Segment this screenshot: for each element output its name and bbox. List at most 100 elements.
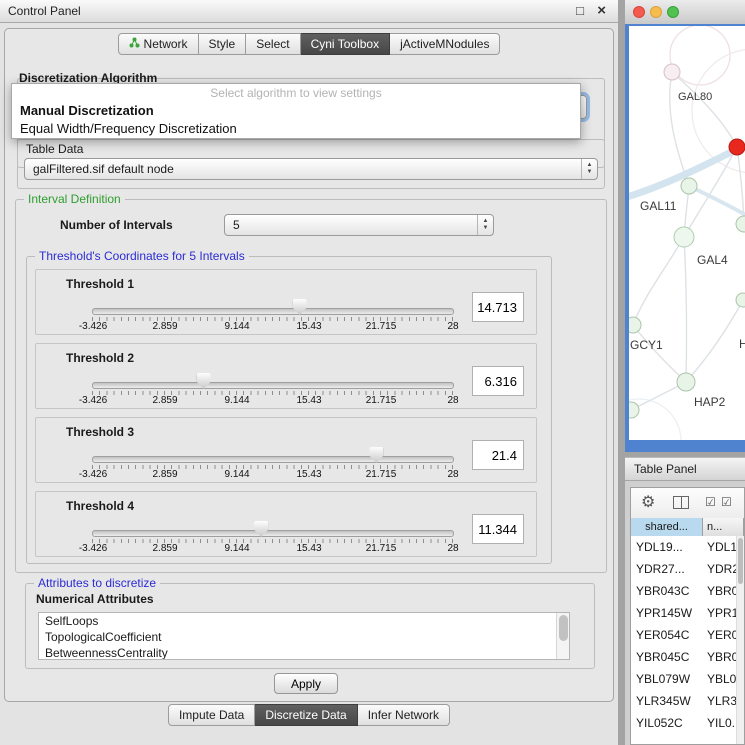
selected-node[interactable] — [729, 139, 745, 155]
stepper-icon: ▲▼ — [581, 159, 597, 179]
node[interactable] — [674, 227, 694, 247]
float-window-icon[interactable]: □ — [576, 0, 584, 22]
zoom-traffic-light[interactable] — [667, 6, 679, 18]
cell[interactable]: YDR27... — [631, 558, 703, 580]
close-traffic-light[interactable] — [633, 6, 645, 18]
threshold-3-slider-track[interactable] — [92, 456, 454, 463]
tab-infer-network[interactable]: Infer Network — [358, 704, 450, 726]
threshold-2-panel: Threshold 2 -3.426 2.859 9.144 15.43 21.… — [35, 343, 537, 409]
cell[interactable]: YBR045C — [631, 646, 703, 668]
tab-impute-data[interactable]: Impute Data — [168, 704, 255, 726]
list-scrollbar[interactable] — [556, 613, 569, 659]
node-label: HAP2 — [694, 395, 726, 409]
threshold-3-value-field[interactable] — [472, 440, 524, 470]
cell[interactable]: YER054C — [631, 624, 703, 646]
slider-tick-marks — [92, 465, 453, 469]
threshold-1-value-field[interactable] — [472, 292, 524, 322]
node-label: H — [739, 337, 745, 351]
table-data-group: Table Data galFiltered.sif default node … — [17, 139, 605, 189]
apply-button[interactable]: Apply — [274, 673, 338, 694]
stepper-icon: ▲▼ — [477, 215, 493, 235]
threshold-2-value-field[interactable] — [472, 366, 524, 396]
checkbox-icon[interactable]: ☑ — [721, 495, 732, 509]
scrollbar-thumb[interactable] — [738, 538, 743, 584]
table-data-select-value: galFiltered.sif default node — [25, 159, 581, 179]
tab-discretize-data[interactable]: Discretize Data — [255, 704, 357, 726]
columns-icon[interactable] — [673, 496, 689, 509]
network-icon — [129, 37, 140, 51]
table-row[interactable]: YIL052C YIL0... — [631, 712, 744, 734]
number-of-intervals-select[interactable]: 5 ▲▼ — [224, 214, 494, 236]
number-of-intervals-value: 5 — [225, 215, 477, 235]
table-data-select[interactable]: galFiltered.sif default node ▲▼ — [24, 158, 598, 180]
dropdown-option-equal-width[interactable]: Equal Width/Frequency Discretization — [12, 120, 580, 138]
table-window: ⚙ ☑ ☑ shared... n... YDL19... YDL1... YD… — [630, 487, 745, 745]
cell[interactable]: YBR043C — [631, 580, 703, 602]
scale-label: 15.43 — [296, 395, 321, 406]
column-header-name[interactable]: n... — [703, 518, 744, 536]
scale-label: -3.426 — [79, 321, 107, 332]
table-row[interactable]: YDR27... YDR2... — [631, 558, 744, 580]
threshold-2-slider-track[interactable] — [92, 382, 454, 389]
tab-label: Discretize Data — [265, 708, 346, 722]
table-row[interactable]: YER054C YER0... — [631, 624, 744, 646]
node[interactable] — [629, 402, 639, 418]
cell[interactable]: YLR345W — [631, 690, 703, 712]
node[interactable] — [736, 293, 745, 307]
threshold-1-panel: Threshold 1 -3.426 2.859 9.144 15.43 21.… — [35, 269, 537, 335]
table-row[interactable]: YBR045C YBR0... — [631, 646, 744, 668]
column-header-shared-name[interactable]: shared... — [631, 518, 703, 536]
node[interactable] — [681, 178, 697, 194]
table-row[interactable]: YBR043C YBR0... — [631, 580, 744, 602]
scale-label: 28 — [447, 543, 458, 554]
tab-style[interactable]: Style — [199, 33, 247, 55]
node[interactable] — [664, 64, 680, 80]
window-title: Control Panel — [8, 0, 81, 22]
tab-jactivemnodules[interactable]: jActiveMNodules — [390, 33, 500, 55]
scale-label: -3.426 — [79, 469, 107, 480]
dropdown-placeholder-option[interactable]: Select algorithm to view settings — [12, 84, 580, 102]
threshold-4-slider-track[interactable] — [92, 530, 454, 537]
scale-label: 21.715 — [366, 469, 397, 480]
node-label: GCY1 — [630, 338, 663, 352]
table-row[interactable]: YBL079W YBL0... — [631, 668, 744, 690]
list-item[interactable]: SelfLoops — [39, 613, 569, 629]
list-item[interactable]: TopologicalCoefficient — [39, 629, 569, 645]
tab-cyni-toolbox[interactable]: Cyni Toolbox — [301, 33, 390, 55]
tab-label: Network — [144, 37, 188, 51]
minimize-traffic-light[interactable] — [650, 6, 662, 18]
tab-label: jActiveMNodules — [400, 37, 489, 51]
gear-icon[interactable]: ⚙ — [641, 492, 655, 512]
tab-network[interactable]: Network — [118, 33, 199, 55]
cell[interactable]: YPR145W — [631, 602, 703, 624]
node[interactable] — [629, 317, 641, 333]
table-row[interactable]: YLR345W YLR3... — [631, 690, 744, 712]
slider-tick-marks — [92, 539, 453, 543]
list-item[interactable]: BetweennessCentrality — [39, 645, 569, 660]
scale-label: 21.715 — [366, 321, 397, 332]
table-data-label: Table Data — [26, 142, 83, 156]
table-row[interactable]: YDL19... YDL1... — [631, 536, 744, 558]
tab-select[interactable]: Select — [246, 33, 300, 55]
threshold-4-value-field[interactable] — [472, 514, 524, 544]
scrollbar-thumb[interactable] — [559, 615, 568, 641]
attributes-group-title: Attributes to discretize — [34, 576, 160, 590]
network-canvas[interactable]: GAL80 GAL11 GAL4 GCY1 HAP2 H — [629, 26, 745, 440]
node[interactable] — [736, 216, 745, 232]
cell[interactable]: YDL19... — [631, 536, 703, 558]
threshold-4-panel: Threshold 4 -3.426 2.859 9.144 15.43 21.… — [35, 491, 537, 557]
checkbox-icon[interactable]: ☑ — [705, 495, 716, 509]
scale-label: 28 — [447, 469, 458, 480]
scale-label: 2.859 — [152, 469, 177, 480]
scale-label: 15.43 — [296, 321, 321, 332]
node[interactable] — [677, 373, 695, 391]
table-row[interactable]: YPR145W YPR1... — [631, 602, 744, 624]
scale-label: 15.43 — [296, 469, 321, 480]
cell[interactable]: YBL079W — [631, 668, 703, 690]
dropdown-option-manual[interactable]: Manual Discretization — [12, 102, 580, 120]
table-scrollbar[interactable] — [736, 536, 744, 744]
threshold-1-slider-track[interactable] — [92, 308, 454, 315]
cell[interactable]: YIL052C — [631, 712, 703, 734]
node-label: GAL4 — [697, 253, 728, 267]
close-icon[interactable]: × — [597, 0, 606, 22]
